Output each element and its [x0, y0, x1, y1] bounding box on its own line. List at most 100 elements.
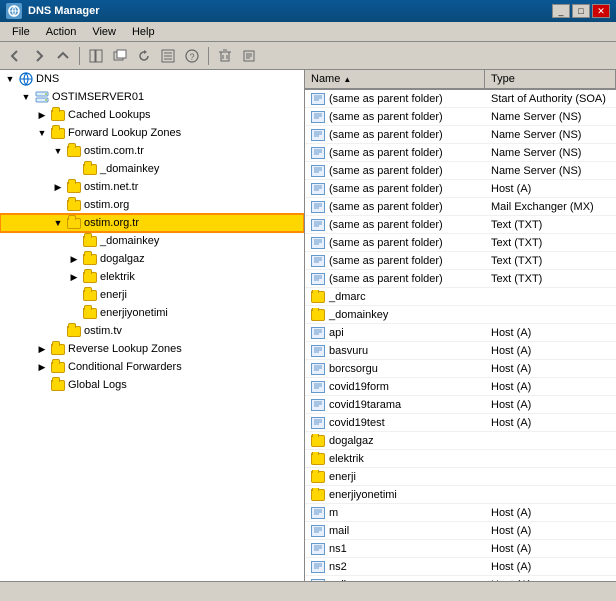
expander-ostim-org-tr[interactable]: ▼: [50, 215, 66, 231]
list-item[interactable]: (same as parent folder)Start of Authorit…: [305, 90, 616, 108]
record-icon: [311, 147, 325, 159]
tree-node-forward[interactable]: ▼ Forward Lookup Zones: [0, 124, 304, 142]
menu-file[interactable]: File: [4, 24, 38, 40]
list-item[interactable]: (same as parent folder)Host (A): [305, 180, 616, 198]
expander-globallogs: [34, 377, 50, 393]
list-item[interactable]: (same as parent folder)Text (TXT): [305, 216, 616, 234]
close-button[interactable]: ✕: [592, 4, 610, 18]
forward-button[interactable]: [28, 45, 50, 67]
folder-enerjiyonetimi-icon: [82, 305, 98, 321]
tree-node-conditional[interactable]: ▶ Conditional Forwarders: [0, 358, 304, 376]
list-item[interactable]: _dmarc: [305, 288, 616, 306]
expander-forward[interactable]: ▼: [34, 125, 50, 141]
expander-dns[interactable]: ▼: [2, 71, 18, 87]
list-item[interactable]: _domainkey: [305, 306, 616, 324]
export-list-button[interactable]: [157, 45, 179, 67]
menu-view[interactable]: View: [84, 24, 124, 40]
list-cell-type: Host (A): [485, 380, 616, 394]
list-item[interactable]: enerjiyonetimi: [305, 486, 616, 504]
tree-node-dns[interactable]: ▼ DNS: [0, 70, 304, 88]
tree-node-domainkey-com[interactable]: _domainkey: [0, 160, 304, 178]
list-item[interactable]: covid19testHost (A): [305, 414, 616, 432]
refresh-button[interactable]: [133, 45, 155, 67]
new-window-button[interactable]: [109, 45, 131, 67]
header-type[interactable]: Type: [485, 70, 616, 88]
tree-node-globallogs[interactable]: Global Logs: [0, 376, 304, 394]
list-cell-type: [485, 440, 616, 442]
maximize-button[interactable]: □: [572, 4, 590, 18]
list-item[interactable]: (same as parent folder)Name Server (NS): [305, 144, 616, 162]
record-icon: [311, 543, 325, 555]
list-cell-name: covid19form: [305, 380, 485, 394]
tree-node-dogalgaz[interactable]: ▶ dogalgaz: [0, 250, 304, 268]
list-item[interactable]: enerji: [305, 468, 616, 486]
folder-ostim-org-icon: [66, 197, 82, 213]
expander-cached[interactable]: ▶: [34, 107, 50, 123]
tree-node-server[interactable]: ▼ OSTIMSERVER01: [0, 88, 304, 106]
properties-button[interactable]: [238, 45, 260, 67]
list-item[interactable]: (same as parent folder)Name Server (NS): [305, 162, 616, 180]
tree-node-enerji[interactable]: enerji: [0, 286, 304, 304]
tree-label-enerji: enerji: [100, 289, 127, 301]
toolbar-separator-2: [208, 47, 209, 65]
tree-node-ostim-org[interactable]: ostim.org: [0, 196, 304, 214]
record-icon: [311, 273, 325, 285]
tree-node-ostim-tv[interactable]: ostim.tv: [0, 322, 304, 340]
list-item[interactable]: covid19formHost (A): [305, 378, 616, 396]
record-icon: [311, 165, 325, 177]
tree-label-ostim-org-tr: ostim.org.tr: [84, 217, 139, 229]
tree-panel[interactable]: ▼ DNS ▼ OSTIMS: [0, 70, 305, 581]
list-item[interactable]: mailHost (A): [305, 522, 616, 540]
expander-ostim-com[interactable]: ▼: [50, 143, 66, 159]
list-item[interactable]: (same as parent folder)Name Server (NS): [305, 108, 616, 126]
tree-label-server: OSTIMSERVER01: [52, 91, 144, 103]
tree-node-ostim-com[interactable]: ▼ ostim.com.tr: [0, 142, 304, 160]
tree-label-dogalgaz: dogalgaz: [100, 253, 145, 265]
tree-node-cached[interactable]: ▶ Cached Lookups: [0, 106, 304, 124]
expander-dogalgaz[interactable]: ▶: [66, 251, 82, 267]
show-console-button[interactable]: [85, 45, 107, 67]
svg-text:?: ?: [189, 52, 194, 62]
expander-server[interactable]: ▼: [18, 89, 34, 105]
delete-button[interactable]: [214, 45, 236, 67]
list-item[interactable]: (same as parent folder)Text (TXT): [305, 252, 616, 270]
list-item[interactable]: (same as parent folder)Text (TXT): [305, 234, 616, 252]
list-panel[interactable]: Name ▲ Type (same as parent folder)Start…: [305, 70, 616, 581]
list-item[interactable]: onlineHost (A): [305, 576, 616, 581]
list-cell-name: _domainkey: [305, 308, 485, 322]
list-item[interactable]: ns1Host (A): [305, 540, 616, 558]
list-item[interactable]: ns2Host (A): [305, 558, 616, 576]
tree-node-ostim-org-tr[interactable]: ▼ ostim.org.tr: [0, 214, 304, 232]
list-item[interactable]: covid19taramaHost (A): [305, 396, 616, 414]
list-item[interactable]: apiHost (A): [305, 324, 616, 342]
up-button[interactable]: [52, 45, 74, 67]
list-item[interactable]: elektrik: [305, 450, 616, 468]
tree-node-domainkey-orgtr[interactable]: _domainkey: [0, 232, 304, 250]
tree-node-elektrik[interactable]: ▶ elektrik: [0, 268, 304, 286]
list-item[interactable]: (same as parent folder)Text (TXT): [305, 270, 616, 288]
header-name[interactable]: Name ▲: [305, 70, 485, 88]
list-item[interactable]: (same as parent folder)Name Server (NS): [305, 126, 616, 144]
menu-action[interactable]: Action: [38, 24, 85, 40]
expander-elektrik[interactable]: ▶: [66, 269, 82, 285]
list-item[interactable]: mHost (A): [305, 504, 616, 522]
list-item[interactable]: (same as parent folder)Mail Exchanger (M…: [305, 198, 616, 216]
tree-node-reverse[interactable]: ▶ Reverse Lookup Zones: [0, 340, 304, 358]
menu-help[interactable]: Help: [124, 24, 163, 40]
help-button[interactable]: ?: [181, 45, 203, 67]
tree-node-ostim-net[interactable]: ▶ ostim.net.tr: [0, 178, 304, 196]
back-button[interactable]: [4, 45, 26, 67]
minimize-button[interactable]: _: [552, 4, 570, 18]
list-item[interactable]: dogalgaz: [305, 432, 616, 450]
list-item[interactable]: borcsorguHost (A): [305, 360, 616, 378]
window-controls[interactable]: _ □ ✕: [552, 4, 610, 18]
expander-ostim-net[interactable]: ▶: [50, 179, 66, 195]
list-cell-type: Host (A): [485, 182, 616, 196]
expander-reverse[interactable]: ▶: [34, 341, 50, 357]
record-icon: [311, 579, 325, 582]
expander-enerjiyonetimi: [66, 305, 82, 321]
expander-conditional[interactable]: ▶: [34, 359, 50, 375]
tree-node-enerjiyonetimi[interactable]: enerjiyonetimi: [0, 304, 304, 322]
list-cell-name-text: elektrik: [329, 453, 364, 465]
list-item[interactable]: basvuruHost (A): [305, 342, 616, 360]
